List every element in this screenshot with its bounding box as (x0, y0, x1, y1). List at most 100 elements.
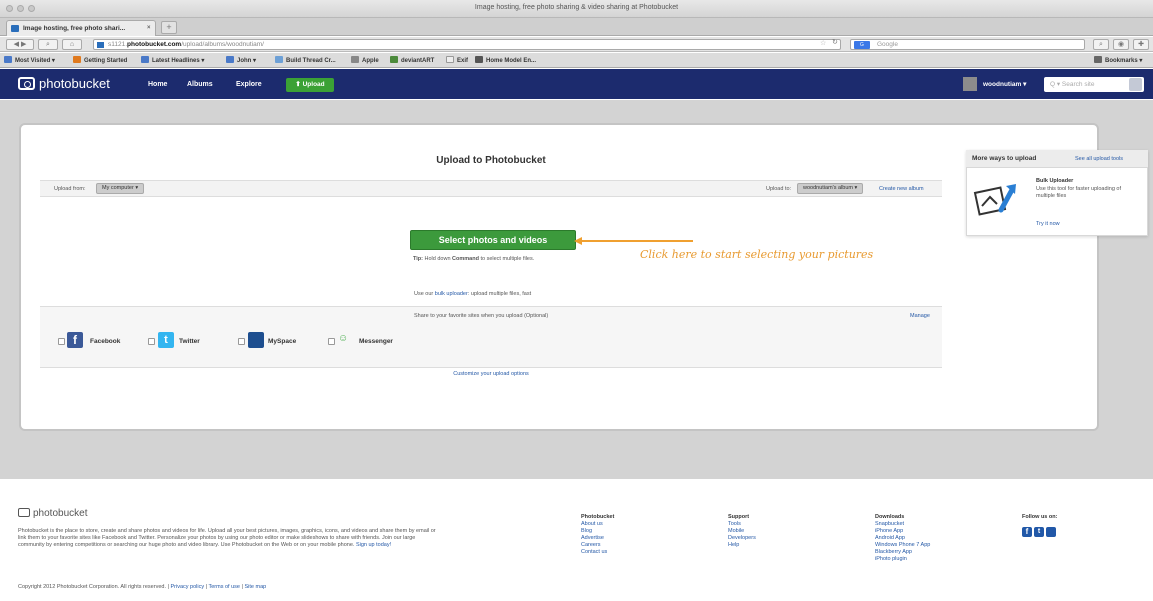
bulk-uploader-title: Bulk Uploader (1036, 178, 1074, 184)
bulk-uploader-description: Use this tool for faster uploading of mu… (1036, 186, 1121, 199)
new-tab-button[interactable]: + (161, 21, 177, 34)
footer-link[interactable]: Snapbucket (875, 521, 930, 528)
home-button[interactable]: ⌂ (62, 39, 82, 50)
footer-link[interactable]: Help (728, 542, 756, 549)
blog-icon[interactable] (1046, 527, 1056, 537)
footer-link[interactable]: Advertise (581, 535, 614, 542)
site-map-link[interactable]: Site map (244, 584, 266, 590)
follow-us-label: Follow us on: (1022, 514, 1058, 520)
forward-icon[interactable]: ▶ (21, 41, 26, 48)
messenger-checkbox[interactable] (328, 338, 335, 345)
bookmark-latest-headlines[interactable]: Latest Headlines ▾ (141, 56, 204, 64)
footer-logo[interactable]: photobucket (18, 508, 88, 519)
bookmark-most-visited[interactable]: Most Visited ▾ (4, 56, 55, 64)
deviantart-icon (390, 56, 398, 63)
google-icon[interactable]: G (854, 41, 870, 49)
upload-from-select[interactable]: My computer ▾ (96, 183, 145, 194)
manage-link[interactable]: Manage (910, 313, 930, 319)
twitter-icon[interactable]: t (1034, 527, 1044, 537)
site-identity-icon (97, 42, 104, 48)
see-all-tools-link[interactable]: See all upload tools (1075, 156, 1123, 162)
footer-link[interactable]: Mobile (728, 528, 756, 535)
site-search-button[interactable] (1129, 78, 1142, 91)
share-text: Share to your favorite sites when you up… (414, 313, 549, 319)
upload-to-select[interactable]: woodnutiam's album ▾ (797, 183, 864, 194)
folder-icon (226, 56, 234, 63)
bulk-uploader-link[interactable]: bulk uploader (435, 291, 468, 297)
site-header: photobucket Home Albums Explore ⬆ Upload… (0, 69, 1153, 99)
footer-link[interactable]: Blog (581, 528, 614, 535)
extension-button[interactable]: ✚ (1133, 39, 1149, 50)
browser-tab[interactable]: Image hosting, free photo shari... × (6, 20, 156, 36)
footer-link[interactable]: About us (581, 521, 614, 528)
messenger-label: Messenger (359, 338, 393, 345)
bulk-uploader-icon[interactable] (973, 180, 1019, 220)
facebook-label: Facebook (90, 338, 121, 345)
window-title: Image hosting, free photo sharing & vide… (474, 4, 679, 11)
tab-close-icon[interactable]: × (147, 25, 151, 31)
footer-link[interactable]: Developers (728, 535, 756, 542)
copyright-line: Copyright 2012 Photobucket Corporation. … (18, 584, 267, 590)
footer-link[interactable]: Android App (875, 535, 930, 542)
rss-folder-icon (141, 56, 149, 63)
browser-search-box[interactable]: G Google (850, 39, 1085, 50)
select-photos-button[interactable]: Select photos and videos (410, 230, 576, 250)
footer-column-downloads: Downloads Snapbucket iPhone App Android … (875, 514, 931, 563)
reload-icon[interactable]: ↻ (832, 38, 838, 46)
back-forward-button[interactable]: ◀ ▶ (6, 39, 34, 50)
twitter-icon: t (158, 332, 174, 348)
footer-link[interactable]: Windows Phone 7 App (875, 542, 930, 549)
url-domain: photobucket.com (127, 41, 182, 48)
nav-upload-button[interactable]: ⬆ Upload (286, 78, 334, 92)
url-prefix: s1121. (108, 41, 128, 48)
user-menu[interactable]: woodnutiam ▾ (983, 80, 1026, 88)
camera-logo-icon (18, 77, 35, 90)
myspace-checkbox[interactable] (238, 338, 245, 345)
bookmarks-icon (1094, 56, 1102, 63)
twitter-label: Twitter (179, 338, 200, 345)
tip-text: Tip: Hold down Command to select multipl… (413, 256, 535, 262)
signup-link[interactable]: Sign up today! (356, 542, 391, 548)
privacy-policy-link[interactable]: Privacy policy (170, 584, 204, 590)
footer-link[interactable]: Contact us (581, 549, 614, 556)
favicon-icon (11, 25, 19, 32)
customize-upload-link[interactable]: Customize your upload options (40, 371, 942, 377)
search-button[interactable]: ⌕ (38, 39, 58, 50)
footer-link[interactable]: Blackberry App (875, 549, 930, 556)
bookmarks-toolbar: Most Visited ▾ Getting Started Latest He… (0, 53, 1153, 68)
footer-link[interactable]: Tools (728, 521, 756, 528)
facebook-checkbox[interactable] (58, 338, 65, 345)
bookmark-deviantart[interactable]: deviantART (390, 56, 434, 64)
page-icon (275, 56, 283, 63)
myspace-label: MySpace (268, 338, 297, 345)
search-go-button[interactable]: ⌕ (1093, 39, 1109, 50)
avatar[interactable] (963, 77, 977, 91)
addon-button[interactable]: ◉ (1113, 39, 1129, 50)
bookmark-getting-started[interactable]: Getting Started (73, 56, 127, 64)
footer-link[interactable]: iPhoto plugin (875, 556, 930, 563)
page-icon (475, 56, 483, 63)
create-album-link[interactable]: Create new album (879, 186, 924, 192)
bookmark-build-thread[interactable]: Build Thread Cr... (275, 56, 336, 64)
page-icon (446, 56, 454, 63)
back-icon[interactable]: ◀ (14, 41, 19, 48)
facebook-icon[interactable]: f (1022, 527, 1032, 537)
terms-of-use-link[interactable]: Terms of use (209, 584, 240, 590)
bookmarks-menu[interactable]: Bookmarks ▾ (1094, 56, 1142, 64)
bookmark-john[interactable]: John ▾ (226, 56, 256, 64)
footer-link[interactable]: Careers (581, 542, 614, 549)
bookmark-star-icon[interactable]: ☆ (820, 39, 826, 47)
twitter-checkbox[interactable] (148, 338, 155, 345)
upload-from-label: Upload from: (54, 186, 86, 192)
nav-albums[interactable]: Albums (187, 81, 213, 88)
footer-link[interactable]: iPhone App (875, 528, 930, 535)
photobucket-logo[interactable]: photobucket (18, 76, 110, 91)
bookmark-exif[interactable]: Exif (446, 56, 468, 64)
nav-home[interactable]: Home (148, 81, 167, 88)
bookmark-apple[interactable]: Apple (351, 56, 379, 64)
bookmark-home-model[interactable]: Home Model En... (475, 56, 536, 64)
try-it-now-link[interactable]: Try it now (1036, 221, 1060, 227)
url-bar[interactable]: s1121.photobucket.com/upload/albums/wood… (93, 39, 841, 50)
nav-explore[interactable]: Explore (236, 81, 262, 88)
tab-title: Image hosting, free photo shari... (23, 25, 126, 32)
